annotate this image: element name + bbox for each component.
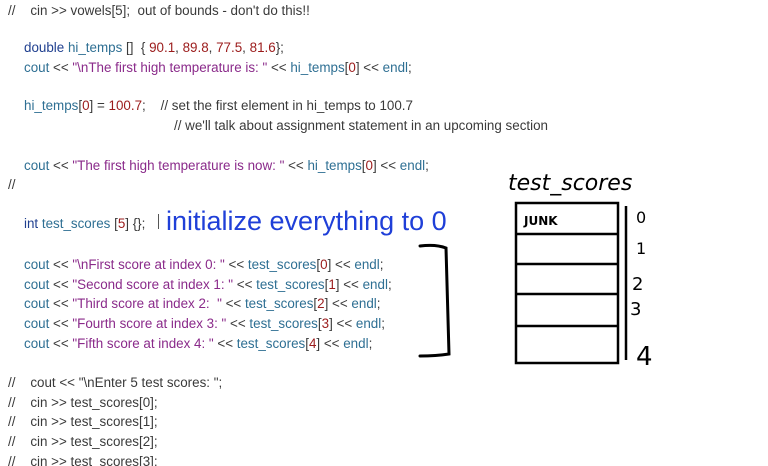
index-label-3: 3	[630, 299, 641, 320]
index-label-2: 2	[632, 274, 643, 295]
handwritten-annotations: test_scores JUNK 0 1 2 3 4	[418, 171, 653, 372]
index-label-1: 1	[636, 239, 646, 258]
junk-label: JUNK	[523, 214, 558, 228]
index-label-4: 4	[636, 342, 653, 372]
bracket-mark	[418, 243, 451, 358]
diagram-title: test_scores	[508, 171, 632, 196]
index-label-0: 0	[636, 208, 646, 227]
